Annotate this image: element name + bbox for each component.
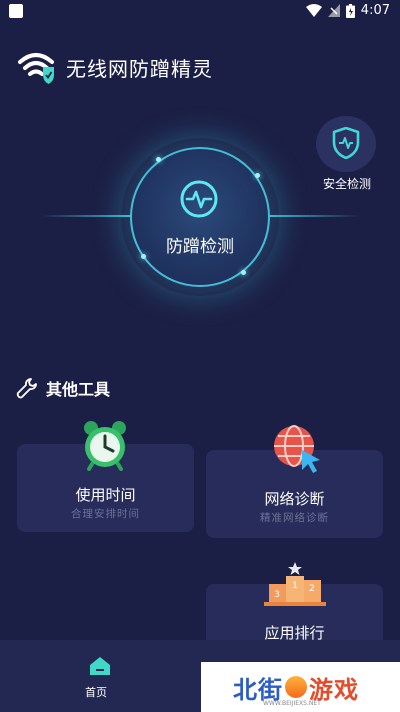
- usage-time-subtitle: 合理安排时间: [71, 508, 140, 520]
- usage-time-title: 使用时间: [75, 486, 136, 504]
- ring-dot: [241, 270, 246, 275]
- security-check-label: 安全检测: [322, 177, 371, 191]
- notification-icon: [9, 4, 23, 18]
- ring-dot: [255, 173, 260, 178]
- home-icon[interactable]: [89, 656, 111, 676]
- app-header: 无线网防蹭精灵: [16, 50, 213, 84]
- alarm-clock-icon: [84, 421, 126, 471]
- battery-icon: [345, 3, 355, 18]
- cell-signal-icon: [327, 4, 340, 17]
- status-time: 4:07: [360, 3, 390, 18]
- wifi-signal-icon: [305, 4, 322, 17]
- detect-label: 防蹭检测: [166, 237, 234, 257]
- app-title: 无线网防蹭精灵: [66, 56, 213, 81]
- svg-text:3: 3: [274, 590, 280, 600]
- network-diagnosis-title: 网络诊断: [264, 490, 325, 508]
- watermark: 北街 游戏 WWW.BEIJIEXS.NET: [201, 662, 400, 712]
- tools-title: 其他工具: [46, 380, 111, 399]
- pulse-icon: [180, 180, 218, 218]
- wrench-icon: [16, 378, 37, 399]
- status-bar: 4:07: [0, 0, 400, 24]
- podium-icon: 3 1 2: [264, 562, 326, 606]
- shield-pulse-icon: [332, 127, 360, 159]
- svg-text:2: 2: [309, 584, 315, 594]
- ring-dot: [156, 157, 161, 162]
- tools-section-header: 其他工具: [16, 376, 110, 400]
- network-diagnosis-subtitle: 精准网络诊断: [260, 512, 329, 524]
- globe-cursor-icon: [274, 425, 320, 473]
- wifi-shield-icon: [18, 53, 54, 84]
- watermark-logo-icon: [285, 676, 307, 698]
- svg-text:1: 1: [292, 581, 298, 591]
- watermark-url: WWW.BEIJIEXS.NET: [263, 700, 321, 707]
- nav-home-label[interactable]: 首页: [85, 684, 107, 700]
